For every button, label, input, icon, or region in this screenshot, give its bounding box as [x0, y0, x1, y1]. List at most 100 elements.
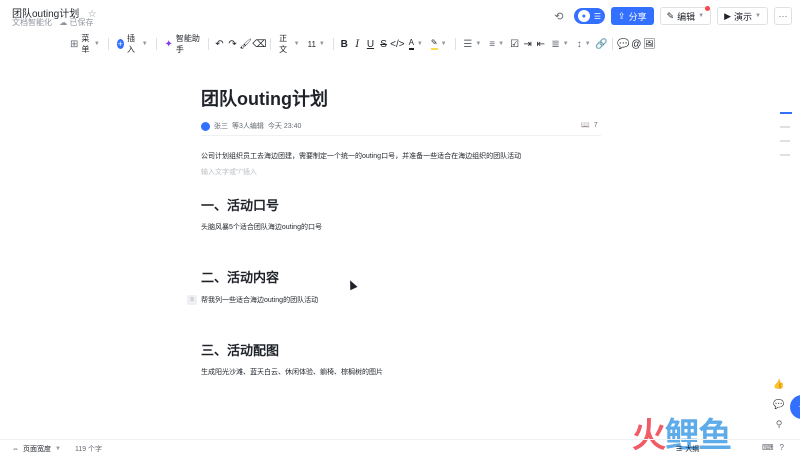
- section-heading[interactable]: 二、活动内容: [201, 267, 279, 286]
- chevron-down-icon[interactable]: ▼: [55, 446, 61, 452]
- section-body[interactable]: 生成阳光沙滩、蓝天白云、休闲体验、躺椅、棕榈树的图片: [201, 367, 383, 377]
- highlight-button[interactable]: ✎ ▼: [427, 35, 451, 53]
- comment-icon[interactable]: 💬: [772, 397, 786, 411]
- side-actions: 👍 💬 ⚲: [770, 377, 788, 431]
- outline-marker[interactable]: [780, 154, 790, 156]
- toolbar-divider: [611, 38, 613, 50]
- outline-toggle[interactable]: ☰ 大纲: [676, 444, 699, 454]
- notification-dot: [705, 6, 711, 11]
- avatar: ●: [577, 10, 590, 22]
- status-left: ⇔ 页面宽度 ▼ 119 个字: [12, 444, 102, 454]
- link-icon[interactable]: 🔗: [595, 35, 608, 53]
- bullet-list-button[interactable]: ☰ ▼: [459, 35, 485, 53]
- outline-icon: ☰: [676, 446, 683, 453]
- undo-icon[interactable]: ↶: [213, 35, 226, 53]
- chevron-down-icon: ▼: [475, 41, 482, 47]
- align-left-icon: ≣: [551, 38, 560, 50]
- status-icons: ⌨ ?: [762, 443, 784, 452]
- doc-meta: 张三 等3人编辑 今天 23:40: [201, 121, 301, 131]
- menu-button[interactable]: ⊞ 菜单 ▼: [66, 34, 104, 54]
- toolbar-divider: [107, 38, 109, 50]
- outline-marker[interactable]: [780, 126, 790, 128]
- collaborators-pill[interactable]: ● ☰: [573, 8, 606, 24]
- bold-icon[interactable]: B: [338, 35, 351, 53]
- more-options-button[interactable]: ···: [774, 7, 792, 25]
- edit-mode-button[interactable]: ✎ 编辑 ▼: [659, 6, 712, 25]
- comment-icon[interactable]: 💬: [617, 35, 630, 53]
- redo-icon[interactable]: ↷: [226, 35, 239, 53]
- section-body[interactable]: 头脑风暴5个适合团队海边outing的口号: [201, 222, 322, 232]
- toolbar-divider: [208, 38, 209, 50]
- present-button[interactable]: ▶ 演示 ▼: [717, 7, 768, 25]
- mouse-cursor-icon: [346, 278, 358, 291]
- editors-count[interactable]: 等3人编辑: [232, 121, 264, 131]
- bullet-list-icon: ☰: [463, 38, 473, 50]
- share-label: 分享: [628, 11, 647, 22]
- title-bar: 团队outing计划 ☆ 文档智能化 ☁ 已保存 ⟲ ● ☰ ⇪ 分享 ✎ 编辑…: [0, 0, 800, 32]
- comments-counter[interactable]: 📖 7: [581, 121, 598, 130]
- ordered-list-button[interactable]: ≡ ▼: [485, 35, 508, 53]
- outline-label: 大纲: [685, 446, 700, 453]
- chevron-down-icon: ▼: [141, 41, 148, 47]
- doc-subtitle-row: 文档智能化 ☁ 已保存: [12, 17, 93, 28]
- page-width-icon: ⇔: [12, 445, 19, 453]
- outline-marker[interactable]: [780, 140, 790, 142]
- avatar[interactable]: [201, 121, 210, 131]
- pencil-icon: ✎: [666, 10, 675, 21]
- image-icon[interactable]: 🖼: [643, 35, 656, 53]
- align-button[interactable]: ≣ ▼: [547, 35, 572, 53]
- format-painter-icon[interactable]: 🖌: [239, 35, 252, 53]
- menu-lines-icon: ☰: [593, 11, 602, 21]
- keyboard-icon[interactable]: ⌨: [762, 443, 774, 452]
- chevron-down-icon: ▼: [440, 41, 447, 47]
- input-placeholder[interactable]: 输入文字或"/"插入: [201, 167, 257, 177]
- help-icon[interactable]: ?: [780, 443, 784, 452]
- underline-icon[interactable]: U: [364, 35, 377, 53]
- insert-button[interactable]: + 插入 ▼: [113, 34, 152, 54]
- chevron-down-icon: ▼: [755, 13, 761, 19]
- author-name[interactable]: 张三: [214, 121, 228, 131]
- checkbox-icon[interactable]: ☑: [508, 35, 521, 53]
- indent-icon[interactable]: ⇥: [521, 35, 534, 53]
- magic-wand-icon: ✦: [164, 38, 173, 50]
- outdent-icon[interactable]: ⇤: [534, 35, 547, 53]
- section-heading[interactable]: 一、活动口号: [201, 195, 279, 214]
- text-style-select[interactable]: 正文 ▼: [275, 34, 303, 54]
- present-label: 演示: [734, 11, 753, 22]
- chevron-down-icon: ▼: [416, 41, 423, 47]
- pin-icon[interactable]: ⚲: [772, 417, 786, 431]
- eraser-icon[interactable]: ⌫: [252, 35, 266, 53]
- meta-divider: [201, 135, 601, 136]
- toolbar-divider: [270, 38, 272, 50]
- mention-icon[interactable]: @: [630, 35, 643, 53]
- intro-paragraph[interactable]: 公司计划组织员工去海边团建，需要制定一个统一的outing口号，并准备一些适合在…: [201, 151, 521, 161]
- book-icon: 📖: [581, 122, 590, 129]
- comments-count: 7: [593, 121, 598, 129]
- strikethrough-icon[interactable]: S: [377, 35, 390, 53]
- font-size-select[interactable]: 11 ▼: [304, 35, 329, 53]
- thumbs-up-icon[interactable]: 👍: [772, 377, 786, 391]
- toolbar-divider: [155, 38, 157, 50]
- text-style-label: 正文: [279, 34, 288, 54]
- font-size-value: 11: [307, 39, 316, 49]
- font-color-button[interactable]: A ▼: [405, 35, 427, 53]
- page-width-select[interactable]: 页面宽度: [23, 444, 51, 454]
- formatting-toolbar: ⊞ 菜单 ▼ + 插入 ▼ ✦ 智能助手 ↶ ↷ 🖌 ⌫ 正文 ▼ 11 ▼ B…: [66, 33, 656, 55]
- cloud-icon: ☁: [59, 18, 68, 27]
- history-icon[interactable]: ⟲: [550, 7, 568, 25]
- ai-assistant-fab[interactable]: ✦: [790, 395, 800, 419]
- ordered-list-icon: ≡: [489, 38, 496, 50]
- line-spacing-button[interactable]: ↕ ▼: [573, 35, 595, 53]
- font-color-icon: A: [408, 38, 414, 50]
- section-body[interactable]: 帮我列一些适合海边outing的团队活动: [201, 295, 318, 305]
- ai-assistant-button[interactable]: ✦ 智能助手: [161, 34, 205, 54]
- line-spacing-icon: ↕: [576, 38, 582, 50]
- outline-marker-active[interactable]: [780, 112, 792, 114]
- code-icon[interactable]: </>: [390, 35, 404, 53]
- italic-icon[interactable]: I: [351, 35, 364, 53]
- section-heading[interactable]: 三、活动配图: [201, 340, 279, 359]
- block-handle-icon[interactable]: ≡: [187, 295, 197, 305]
- toolbar-divider: [332, 38, 334, 50]
- page-title[interactable]: 团队outing计划: [201, 85, 328, 111]
- share-button[interactable]: ⇪ 分享: [611, 7, 654, 25]
